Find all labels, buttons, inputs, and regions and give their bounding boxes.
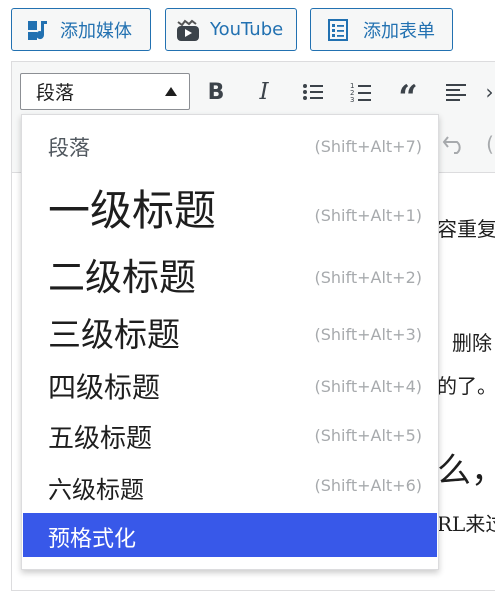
menu-item-heading-1[interactable]: 一级标题 (Shift+Alt+1) [22, 173, 438, 241]
content-fragment: 删除 [452, 331, 492, 355]
menu-item-shortcut: (Shift+Alt+3) [314, 325, 422, 344]
menu-item-shortcut: (Shift+Alt+4) [314, 377, 422, 396]
bulleted-list-icon[interactable] [298, 76, 328, 108]
menu-item-heading-2[interactable]: 二级标题 (Shift+Alt+2) [22, 241, 438, 303]
blockquote-icon[interactable]: “ [393, 76, 423, 115]
format-select[interactable]: 段落 [20, 73, 190, 110]
menu-item-shortcut: (Shift+Alt+1) [314, 206, 422, 225]
media-icon [24, 18, 54, 42]
menu-item-heading-5[interactable]: 五级标题 (Shift+Alt+5) [22, 411, 438, 461]
video-camera-icon [174, 17, 202, 43]
youtube-button[interactable]: YouTube [165, 8, 297, 51]
caret-up-icon [165, 87, 177, 96]
format-select-value: 段落 [36, 82, 75, 104]
menu-item-paragraph[interactable]: 段落 (Shift+Alt+7) [22, 115, 438, 173]
bold-icon[interactable]: B [201, 76, 231, 108]
menu-item-label: 三级标题 [48, 315, 180, 354]
add-form-button[interactable]: 添加表单 [310, 8, 453, 51]
menu-item-label: 四级标题 [48, 371, 161, 404]
menu-item-label: 二级标题 [48, 256, 196, 299]
menu-item-label: 预格式化 [48, 527, 137, 552]
add-media-button[interactable]: 添加媒体 [11, 8, 151, 51]
undo-icon[interactable] [440, 128, 470, 160]
more-icon[interactable]: › [484, 76, 495, 108]
menu-item-preformatted[interactable]: 预格式化 [23, 513, 437, 557]
add-form-label: 添加表单 [363, 20, 435, 42]
menu-item-heading-6[interactable]: 六级标题 (Shift+Alt+6) [22, 461, 438, 513]
numbered-list-icon[interactable]: 1 2 3 [346, 76, 376, 108]
redo-icon[interactable]: ( [485, 128, 495, 160]
menu-item-shortcut: (Shift+Alt+6) [314, 476, 422, 495]
form-icon [325, 18, 351, 42]
svg-text:3: 3 [350, 96, 354, 103]
italic-icon[interactable]: I [249, 76, 279, 108]
content-fragment: RL来过 [437, 512, 495, 536]
menu-item-shortcut: (Shift+Alt+2) [314, 268, 422, 287]
menu-item-label: 一级标题 [48, 186, 217, 235]
content-fragment: 么， [437, 451, 495, 491]
youtube-label: YouTube [210, 19, 284, 40]
menu-item-shortcut: (Shift+Alt+7) [314, 137, 422, 156]
menu-item-label: 五级标题 [48, 424, 153, 454]
add-media-label: 添加媒体 [60, 20, 132, 42]
content-fragment: 容重复 [437, 217, 495, 241]
menu-item-label: 六级标题 [48, 476, 144, 504]
align-left-icon[interactable] [441, 76, 471, 108]
menu-item-shortcut: (Shift+Alt+5) [314, 426, 422, 445]
format-dropdown-menu: 段落 (Shift+Alt+7) 一级标题 (Shift+Alt+1) 二级标题… [21, 114, 439, 570]
menu-item-heading-3[interactable]: 三级标题 (Shift+Alt+3) [22, 303, 438, 359]
content-fragment: 的了。 [437, 374, 495, 398]
menu-item-label: 段落 [48, 136, 90, 160]
menu-item-heading-4[interactable]: 四级标题 (Shift+Alt+4) [22, 359, 438, 411]
